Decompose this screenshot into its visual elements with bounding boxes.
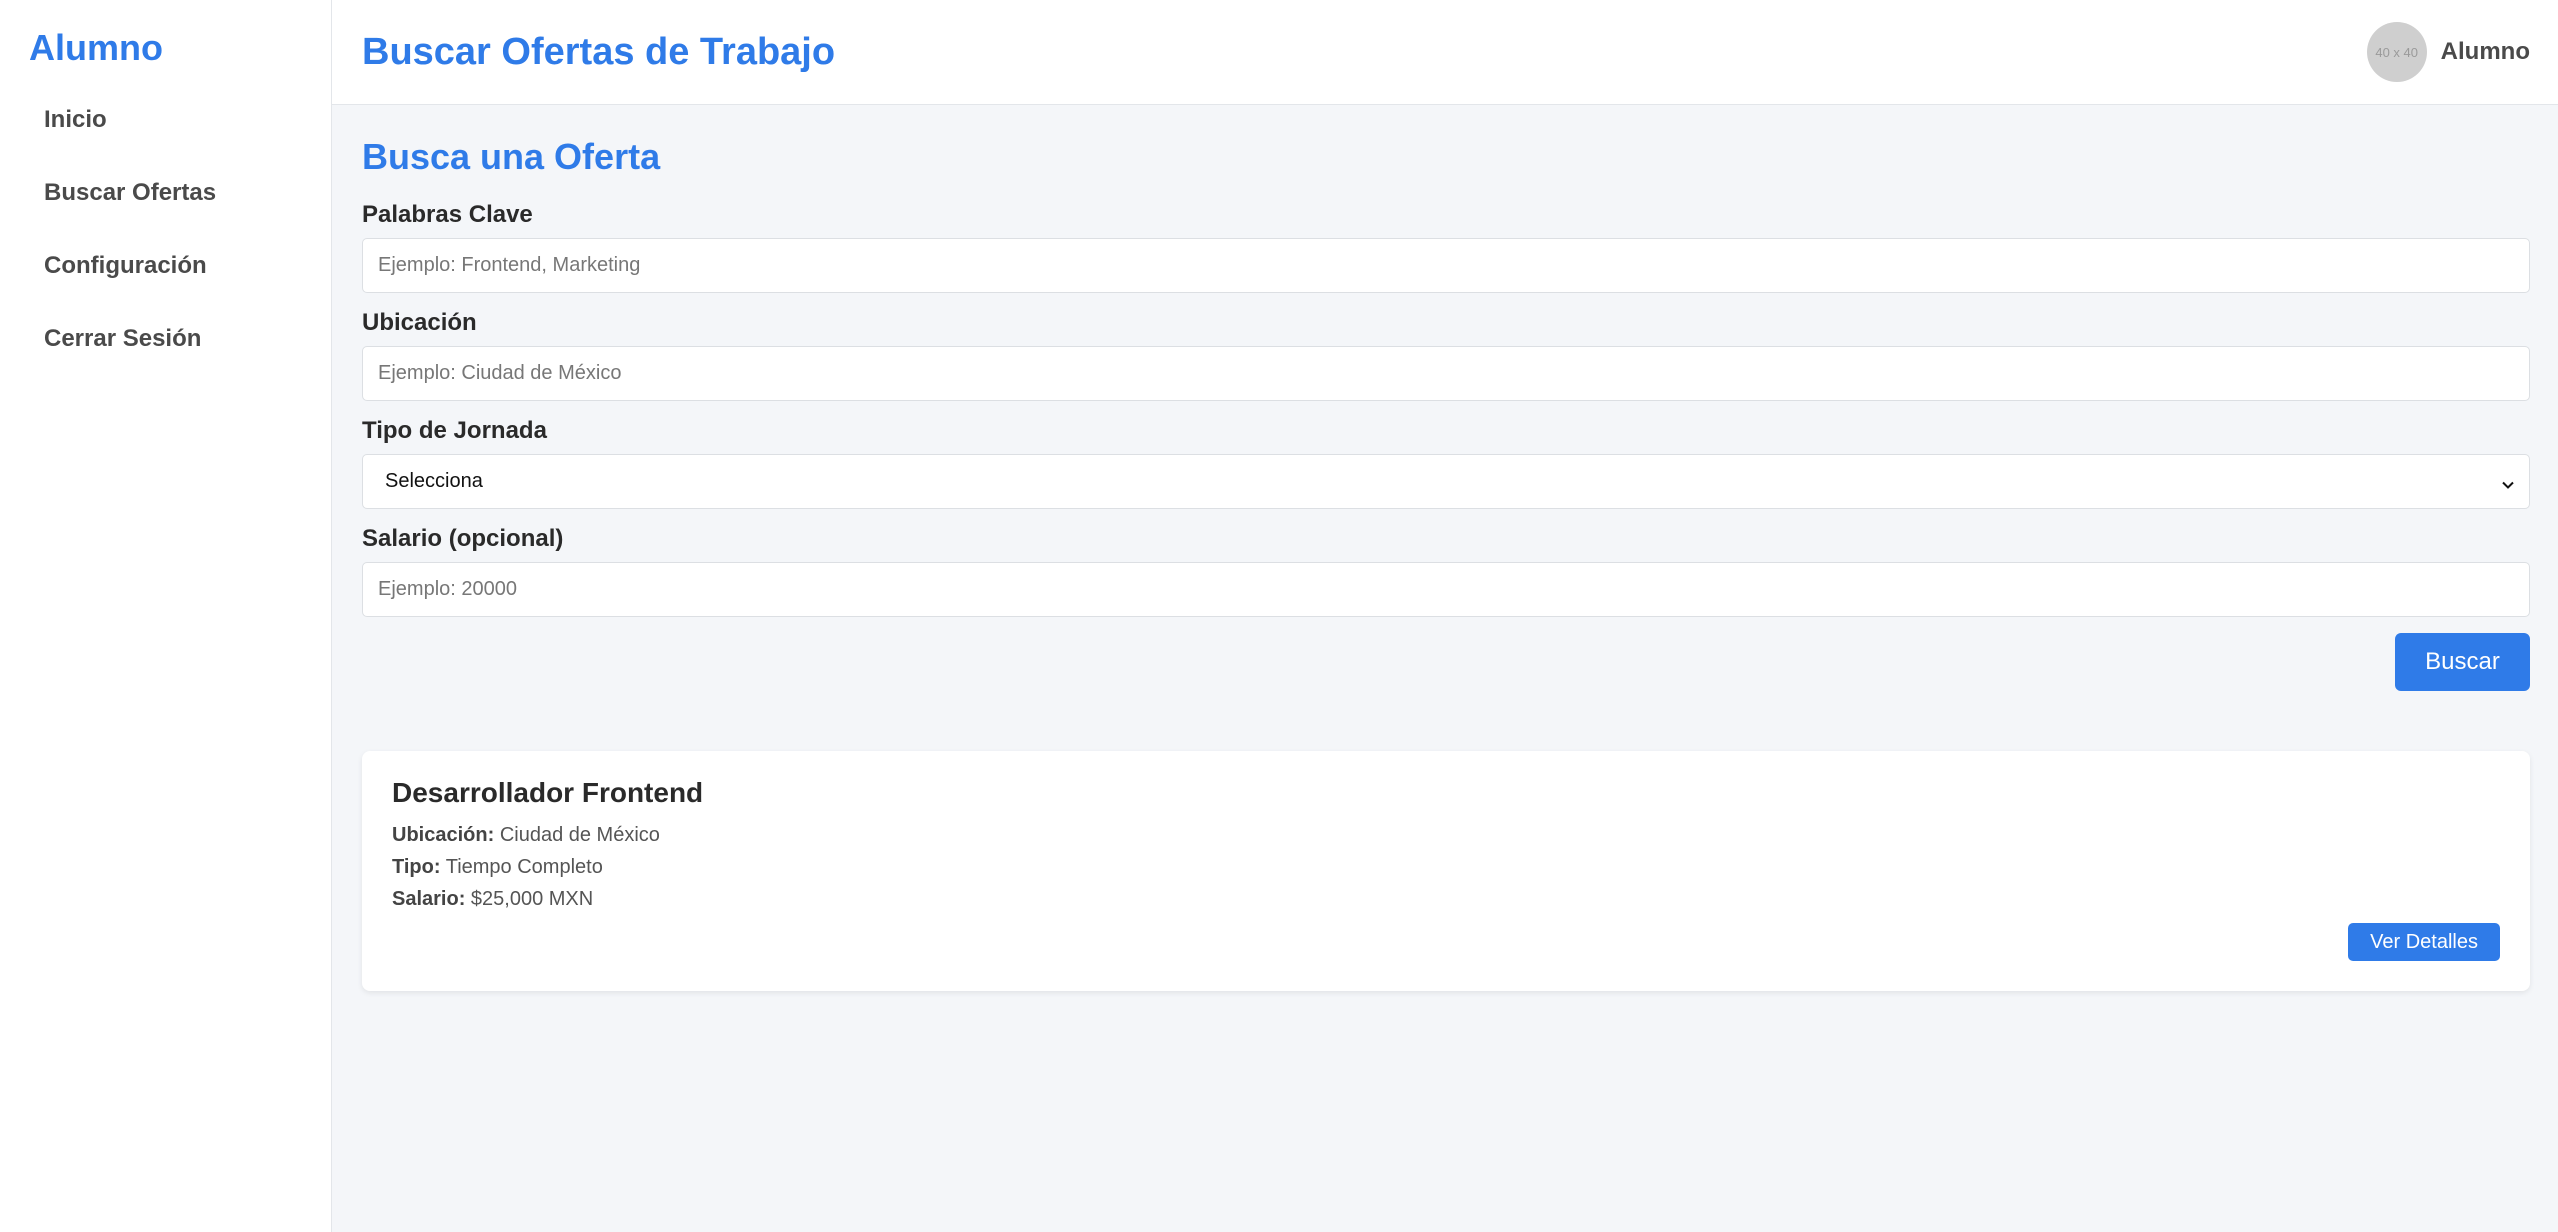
salary-field: Salario (opcional)	[362, 525, 2530, 617]
user-name[interactable]: Alumno	[2441, 38, 2530, 66]
location-label: Ubicación	[362, 309, 477, 336]
search-button[interactable]: Buscar	[2395, 633, 2530, 691]
sidebar-brand: Alumno	[29, 27, 163, 68]
job-location-label: Ubicación:	[392, 824, 495, 846]
avatar[interactable]: 40 x 40	[2366, 22, 2427, 82]
schedule-label: Tipo de Jornada	[362, 417, 547, 444]
sidebar-nav: Inicio Buscar Ofertas Configuración Cerr…	[0, 98, 331, 390]
salary-label: Salario (opcional)	[362, 525, 564, 552]
job-salary-value: $25,000 MXN	[470, 888, 594, 910]
schedule-selected-value: Selecciona	[385, 470, 483, 492]
app-root: Alumno Inicio Buscar Ofertas Configuraci…	[0, 0, 2558, 1232]
job-location-value: Ciudad de México	[499, 824, 660, 846]
search-form: Palabras Clave Ubicación Tipo de Jornada…	[362, 201, 2530, 691]
keywords-field: Palabras Clave	[362, 201, 2530, 293]
job-type-label: Tipo:	[392, 856, 441, 878]
chevron-down-icon	[2501, 475, 2515, 489]
main-area: Buscar Ofertas de Trabajo 40 x 40 Alumno…	[332, 0, 2558, 1232]
job-location: Ubicación: Ciudad de México	[392, 819, 2500, 851]
job-card: Desarrollador Frontend Ubicación: Ciudad…	[362, 751, 2530, 991]
sidebar-item-buscar-ofertas[interactable]: Buscar Ofertas	[0, 171, 331, 244]
content: Busca una Oferta Palabras Clave Ubicació…	[332, 105, 2558, 991]
top-bar: Buscar Ofertas de Trabajo 40 x 40 Alumno	[332, 0, 2558, 105]
schedule-select[interactable]: Selecciona	[362, 454, 2530, 509]
schedule-field: Tipo de Jornada Selecciona	[362, 417, 2530, 509]
sidebar-item-inicio[interactable]: Inicio	[0, 98, 331, 171]
sidebar-item-cerrar-sesion[interactable]: Cerrar Sesión	[0, 317, 331, 390]
sidebar-item-configuracion[interactable]: Configuración	[0, 244, 331, 317]
results-list: Desarrollador Frontend Ubicación: Ciudad…	[362, 751, 2530, 991]
location-field: Ubicación	[362, 309, 2530, 401]
job-type-value: Tiempo Completo	[445, 856, 603, 878]
job-salary-label: Salario:	[392, 888, 466, 910]
keywords-input[interactable]	[362, 238, 2530, 293]
location-input[interactable]	[362, 346, 2530, 401]
sidebar: Alumno Inicio Buscar Ofertas Configuraci…	[0, 0, 332, 1232]
view-details-button[interactable]: Ver Detalles	[2348, 923, 2500, 961]
user-menu[interactable]: 40 x 40 Alumno	[2366, 22, 2530, 82]
page-title: Buscar Ofertas de Trabajo	[362, 30, 836, 73]
salary-input[interactable]	[362, 562, 2530, 617]
job-salary: Salario: $25,000 MXN	[392, 883, 2500, 915]
keywords-label: Palabras Clave	[362, 201, 533, 228]
job-type: Tipo: Tiempo Completo	[392, 851, 2500, 883]
form-actions: Buscar	[362, 633, 2530, 691]
section-title: Busca una Oferta	[362, 136, 661, 177]
job-title: Desarrollador Frontend	[392, 777, 704, 808]
